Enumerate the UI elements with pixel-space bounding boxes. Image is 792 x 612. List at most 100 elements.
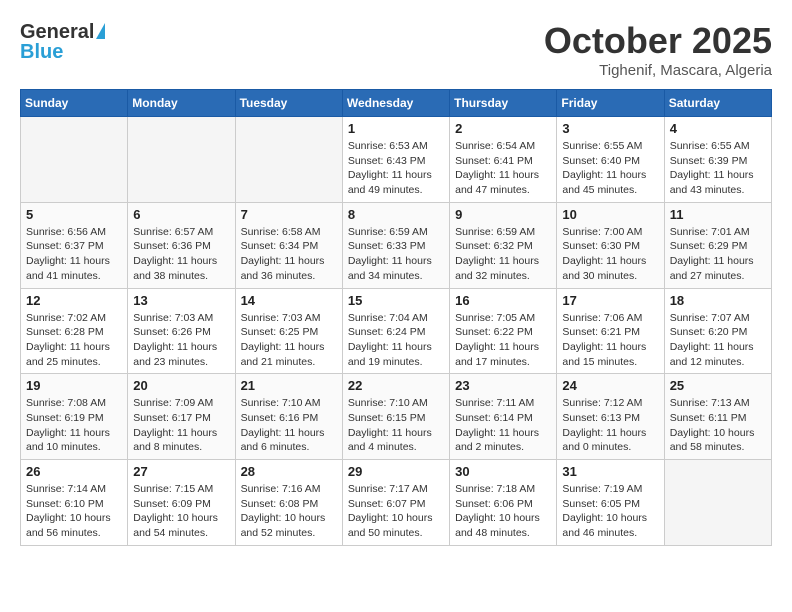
day-cell	[235, 117, 342, 203]
day-cell: 2 Sunrise: 6:54 AM Sunset: 6:41 PM Daylig…	[450, 117, 557, 203]
title-block: October 2025 Tighenif, Mascara, Algeria	[544, 20, 772, 79]
day-cell: 26 Sunrise: 7:14 AM Sunset: 6:10 PM Dayli…	[21, 460, 128, 546]
day-cell: 27 Sunrise: 7:15 AM Sunset: 6:09 PM Dayli…	[128, 460, 235, 546]
day-info: Sunrise: 7:06 AM Sunset: 6:21 PM Dayligh…	[562, 311, 658, 370]
day-cell: 11 Sunrise: 7:01 AM Sunset: 6:29 PM Dayli…	[664, 202, 771, 288]
day-info: Sunrise: 7:03 AM Sunset: 6:25 PM Dayligh…	[241, 311, 337, 370]
day-number: 14	[241, 293, 337, 308]
day-cell: 7 Sunrise: 6:58 AM Sunset: 6:34 PM Daylig…	[235, 202, 342, 288]
day-number: 22	[348, 378, 444, 393]
day-info: Sunrise: 7:02 AM Sunset: 6:28 PM Dayligh…	[26, 311, 122, 370]
day-cell: 6 Sunrise: 6:57 AM Sunset: 6:36 PM Daylig…	[128, 202, 235, 288]
day-info: Sunrise: 6:59 AM Sunset: 6:32 PM Dayligh…	[455, 225, 551, 284]
day-number: 30	[455, 464, 551, 479]
day-cell: 10 Sunrise: 7:00 AM Sunset: 6:30 PM Dayli…	[557, 202, 664, 288]
day-number: 8	[348, 207, 444, 222]
day-info: Sunrise: 6:55 AM Sunset: 6:40 PM Dayligh…	[562, 139, 658, 198]
day-cell: 20 Sunrise: 7:09 AM Sunset: 6:17 PM Dayli…	[128, 374, 235, 460]
day-info: Sunrise: 6:58 AM Sunset: 6:34 PM Dayligh…	[241, 225, 337, 284]
day-cell: 24 Sunrise: 7:12 AM Sunset: 6:13 PM Dayli…	[557, 374, 664, 460]
week-row-3: 19Sunrise: 7:08 AM Sunset: 6:19 PM Dayli…	[21, 374, 772, 460]
day-number: 12	[26, 293, 122, 308]
day-cell: 18Sunrise: 7:07 AM Sunset: 6:20 PM Dayli…	[664, 288, 771, 374]
day-number: 20	[133, 378, 229, 393]
weekday-monday: Monday	[128, 90, 235, 117]
day-cell: 8 Sunrise: 6:59 AM Sunset: 6:33 PM Daylig…	[342, 202, 449, 288]
day-cell: 29 Sunrise: 7:17 AM Sunset: 6:07 PM Dayli…	[342, 460, 449, 546]
day-number: 31	[562, 464, 658, 479]
day-cell: 9 Sunrise: 6:59 AM Sunset: 6:32 PM Daylig…	[450, 202, 557, 288]
location-subtitle: Tighenif, Mascara, Algeria	[544, 62, 772, 79]
day-cell: 1 Sunrise: 6:53 AM Sunset: 6:43 PM Daylig…	[342, 117, 449, 203]
calendar-body: 1 Sunrise: 6:53 AM Sunset: 6:43 PM Daylig…	[21, 117, 772, 546]
day-number: 2	[455, 121, 551, 136]
weekday-header-row: SundayMondayTuesdayWednesdayThursdayFrid…	[21, 90, 772, 117]
day-info: Sunrise: 7:10 AM Sunset: 6:15 PM Dayligh…	[348, 396, 444, 455]
day-number: 27	[133, 464, 229, 479]
day-cell: 4 Sunrise: 6:55 AM Sunset: 6:39 PM Daylig…	[664, 117, 771, 203]
page-header: General Blue October 2025 Tighenif, Masc…	[20, 20, 772, 79]
day-cell: 22 Sunrise: 7:10 AM Sunset: 6:15 PM Dayli…	[342, 374, 449, 460]
day-info: Sunrise: 7:16 AM Sunset: 6:08 PM Dayligh…	[241, 482, 337, 541]
day-number: 23	[455, 378, 551, 393]
day-info: Sunrise: 7:01 AM Sunset: 6:29 PM Dayligh…	[670, 225, 766, 284]
weekday-saturday: Saturday	[664, 90, 771, 117]
day-cell: 23 Sunrise: 7:11 AM Sunset: 6:14 PM Dayli…	[450, 374, 557, 460]
day-info: Sunrise: 7:10 AM Sunset: 6:16 PM Dayligh…	[241, 396, 337, 455]
day-number: 4	[670, 121, 766, 136]
day-info: Sunrise: 6:59 AM Sunset: 6:33 PM Dayligh…	[348, 225, 444, 284]
day-number: 3	[562, 121, 658, 136]
day-info: Sunrise: 7:11 AM Sunset: 6:14 PM Dayligh…	[455, 396, 551, 455]
day-cell	[128, 117, 235, 203]
day-cell	[664, 460, 771, 546]
day-number: 21	[241, 378, 337, 393]
day-cell: 12 Sunrise: 7:02 AM Sunset: 6:28 PM Dayli…	[21, 288, 128, 374]
day-number: 13	[133, 293, 229, 308]
day-info: Sunrise: 7:12 AM Sunset: 6:13 PM Dayligh…	[562, 396, 658, 455]
day-info: Sunrise: 6:53 AM Sunset: 6:43 PM Dayligh…	[348, 139, 444, 198]
day-number: 9	[455, 207, 551, 222]
day-info: Sunrise: 6:55 AM Sunset: 6:39 PM Dayligh…	[670, 139, 766, 198]
day-number: 15	[348, 293, 444, 308]
day-cell: 19Sunrise: 7:08 AM Sunset: 6:19 PM Dayli…	[21, 374, 128, 460]
week-row-0: 1 Sunrise: 6:53 AM Sunset: 6:43 PM Daylig…	[21, 117, 772, 203]
day-number: 11	[670, 207, 766, 222]
day-number: 24	[562, 378, 658, 393]
day-cell	[21, 117, 128, 203]
calendar-table: SundayMondayTuesdayWednesdayThursdayFrid…	[20, 89, 772, 546]
day-number: 6	[133, 207, 229, 222]
day-cell: 15 Sunrise: 7:04 AM Sunset: 6:24 PM Dayli…	[342, 288, 449, 374]
day-number: 10	[562, 207, 658, 222]
week-row-1: 5Sunrise: 6:56 AM Sunset: 6:37 PM Daylig…	[21, 202, 772, 288]
day-info: Sunrise: 7:05 AM Sunset: 6:22 PM Dayligh…	[455, 311, 551, 370]
day-info: Sunrise: 7:00 AM Sunset: 6:30 PM Dayligh…	[562, 225, 658, 284]
day-info: Sunrise: 7:08 AM Sunset: 6:19 PM Dayligh…	[26, 396, 122, 455]
day-info: Sunrise: 6:54 AM Sunset: 6:41 PM Dayligh…	[455, 139, 551, 198]
day-number: 29	[348, 464, 444, 479]
day-cell: 30 Sunrise: 7:18 AM Sunset: 6:06 PM Dayli…	[450, 460, 557, 546]
day-cell: 5Sunrise: 6:56 AM Sunset: 6:37 PM Daylig…	[21, 202, 128, 288]
day-cell: 31 Sunrise: 7:19 AM Sunset: 6:05 PM Dayli…	[557, 460, 664, 546]
day-number: 16	[455, 293, 551, 308]
day-info: Sunrise: 7:04 AM Sunset: 6:24 PM Dayligh…	[348, 311, 444, 370]
day-info: Sunrise: 6:57 AM Sunset: 6:36 PM Dayligh…	[133, 225, 229, 284]
day-info: Sunrise: 7:17 AM Sunset: 6:07 PM Dayligh…	[348, 482, 444, 541]
day-cell: 14 Sunrise: 7:03 AM Sunset: 6:25 PM Dayli…	[235, 288, 342, 374]
logo-blue: Blue	[20, 40, 105, 64]
day-info: Sunrise: 7:15 AM Sunset: 6:09 PM Dayligh…	[133, 482, 229, 541]
day-number: 26	[26, 464, 122, 479]
week-row-4: 26 Sunrise: 7:14 AM Sunset: 6:10 PM Dayli…	[21, 460, 772, 546]
day-info: Sunrise: 7:03 AM Sunset: 6:26 PM Dayligh…	[133, 311, 229, 370]
day-cell: 25 Sunrise: 7:13 AM Sunset: 6:11 PM Dayli…	[664, 374, 771, 460]
weekday-thursday: Thursday	[450, 90, 557, 117]
day-number: 25	[670, 378, 766, 393]
day-info: Sunrise: 7:09 AM Sunset: 6:17 PM Dayligh…	[133, 396, 229, 455]
week-row-2: 12 Sunrise: 7:02 AM Sunset: 6:28 PM Dayli…	[21, 288, 772, 374]
day-info: Sunrise: 7:18 AM Sunset: 6:06 PM Dayligh…	[455, 482, 551, 541]
day-info: Sunrise: 7:13 AM Sunset: 6:11 PM Dayligh…	[670, 396, 766, 455]
day-number: 1	[348, 121, 444, 136]
day-info: Sunrise: 7:19 AM Sunset: 6:05 PM Dayligh…	[562, 482, 658, 541]
day-number: 7	[241, 207, 337, 222]
logo: General Blue	[20, 20, 105, 64]
day-info: Sunrise: 7:14 AM Sunset: 6:10 PM Dayligh…	[26, 482, 122, 541]
